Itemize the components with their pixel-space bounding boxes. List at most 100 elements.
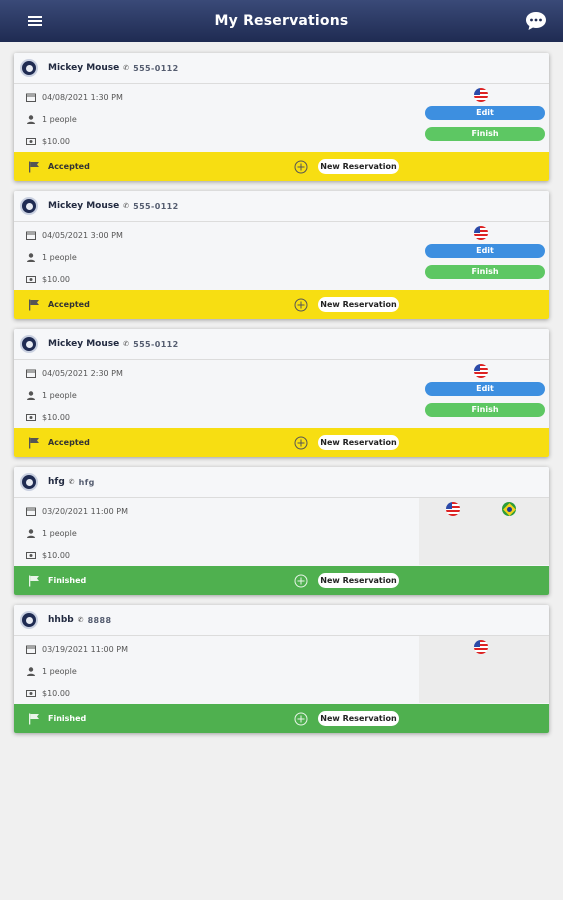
new-reservation-button[interactable]: New Reservation (318, 435, 399, 450)
flag-icon (29, 437, 39, 448)
status-label: Accepted (48, 162, 90, 171)
add-circle-icon[interactable] (294, 574, 308, 588)
status-bar: Accepted New Reservation (14, 428, 549, 457)
new-reservation-button[interactable]: New Reservation (318, 711, 399, 726)
people-row: 1 people (26, 391, 77, 400)
price: $10.00 (42, 413, 70, 422)
date-row: 04/05/2021 3:00 PM (26, 231, 123, 240)
date-row: 04/05/2021 2:30 PM (26, 369, 123, 378)
card-body: 04/05/2021 2:30 PM 1 people $10.00 Edit … (14, 360, 549, 427)
reservation-card[interactable]: hhbb ✆ 8888 03/19/2021 11:00 PM 1 people… (14, 605, 549, 733)
reservation-date: 03/20/2021 11:00 PM (42, 507, 128, 516)
reservation-date: 03/19/2021 11:00 PM (42, 645, 128, 654)
add-circle-icon[interactable] (294, 712, 308, 726)
people-count: 1 people (42, 391, 77, 400)
person-icon (27, 667, 35, 676)
add-circle-icon[interactable] (294, 436, 308, 450)
new-reservation-button[interactable]: New Reservation (318, 159, 399, 174)
customer-name: hfg (48, 477, 65, 487)
add-circle-icon[interactable] (294, 298, 308, 312)
flag-icon (29, 161, 39, 172)
card-header: hfg ✆ hfg (14, 467, 549, 498)
calendar-icon (26, 645, 36, 654)
person-icon (27, 253, 35, 262)
finish-button[interactable]: Finish (425, 127, 545, 141)
price-row: $10.00 (26, 689, 70, 698)
money-icon (26, 414, 36, 421)
add-circle-icon[interactable] (294, 160, 308, 174)
date-row: 04/08/2021 1:30 PM (26, 93, 123, 102)
avatar (20, 197, 38, 215)
status-bar: Finished New Reservation (14, 704, 549, 733)
new-reservation-button[interactable]: New Reservation (318, 297, 399, 312)
status-label: Finished (48, 714, 87, 723)
card-header: hhbb ✆ 8888 (14, 605, 549, 636)
finish-button[interactable]: Finish (425, 265, 545, 279)
reservation-card[interactable]: Mickey Mouse ✆ 555-0112 04/08/2021 1:30 … (14, 53, 549, 181)
customer-phone: 555-0112 (133, 201, 179, 211)
reservation-card[interactable]: Mickey Mouse ✆ 555-0112 04/05/2021 3:00 … (14, 191, 549, 319)
phone-icon: ✆ (123, 202, 130, 210)
edit-button[interactable]: Edit (425, 382, 545, 396)
people-row: 1 people (26, 667, 77, 676)
avatar (20, 59, 38, 77)
customer-phone: 555-0112 (133, 63, 179, 73)
customer-name: Mickey Mouse (48, 339, 120, 349)
reservation-card[interactable]: hfg ✆ hfg 03/20/2021 11:00 PM 1 people $… (14, 467, 549, 595)
price-row: $10.00 (26, 551, 70, 560)
money-icon (26, 138, 36, 145)
people-row: 1 people (26, 253, 77, 262)
price: $10.00 (42, 137, 70, 146)
us-flag-icon (474, 640, 488, 654)
customer-phone: 555-0112 (133, 339, 179, 349)
calendar-icon (26, 93, 36, 102)
people-row: 1 people (26, 115, 77, 124)
person-icon (27, 529, 35, 538)
phone-icon: ✆ (123, 64, 130, 72)
customer-name: Mickey Mouse (48, 201, 120, 211)
people-count: 1 people (42, 253, 77, 262)
us-flag-icon (446, 502, 460, 516)
us-flag-icon (474, 88, 488, 102)
chat-icon[interactable] (525, 11, 547, 31)
edit-button[interactable]: Edit (425, 244, 545, 258)
edit-button[interactable]: Edit (425, 106, 545, 120)
flag-panel (419, 498, 549, 565)
calendar-icon (26, 231, 36, 240)
flag-icon (29, 713, 39, 724)
status-bar: Accepted New Reservation (14, 290, 549, 319)
status-label: Accepted (48, 438, 90, 447)
calendar-icon (26, 369, 36, 378)
menu-icon[interactable] (28, 16, 42, 26)
price: $10.00 (42, 551, 70, 560)
people-count: 1 people (42, 529, 77, 538)
status-label: Accepted (48, 300, 90, 309)
price-row: $10.00 (26, 137, 70, 146)
status-bar: Accepted New Reservation (14, 152, 549, 181)
price-row: $10.00 (26, 275, 70, 284)
brazil-flag-icon (502, 502, 516, 516)
money-icon (26, 276, 36, 283)
customer-name: hhbb (48, 615, 74, 625)
card-body: 03/19/2021 11:00 PM 1 people $10.00 (14, 636, 549, 703)
new-reservation-button[interactable]: New Reservation (318, 573, 399, 588)
app-header: My Reservations (0, 0, 563, 42)
reservation-date: 04/05/2021 3:00 PM (42, 231, 123, 240)
card-body: 04/08/2021 1:30 PM 1 people $10.00 Edit … (14, 84, 549, 151)
price: $10.00 (42, 275, 70, 284)
customer-phone: 8888 (87, 615, 112, 625)
us-flag-icon (474, 226, 488, 240)
reservation-date: 04/05/2021 2:30 PM (42, 369, 123, 378)
flag-icon (29, 575, 39, 586)
price: $10.00 (42, 689, 70, 698)
avatar (20, 473, 38, 491)
price-row: $10.00 (26, 413, 70, 422)
people-count: 1 people (42, 667, 77, 676)
card-body: 04/05/2021 3:00 PM 1 people $10.00 Edit … (14, 222, 549, 289)
finish-button[interactable]: Finish (425, 403, 545, 417)
card-header: Mickey Mouse ✆ 555-0112 (14, 191, 549, 222)
card-header: Mickey Mouse ✆ 555-0112 (14, 329, 549, 360)
person-icon (27, 115, 35, 124)
money-icon (26, 552, 36, 559)
reservation-card[interactable]: Mickey Mouse ✆ 555-0112 04/05/2021 2:30 … (14, 329, 549, 457)
